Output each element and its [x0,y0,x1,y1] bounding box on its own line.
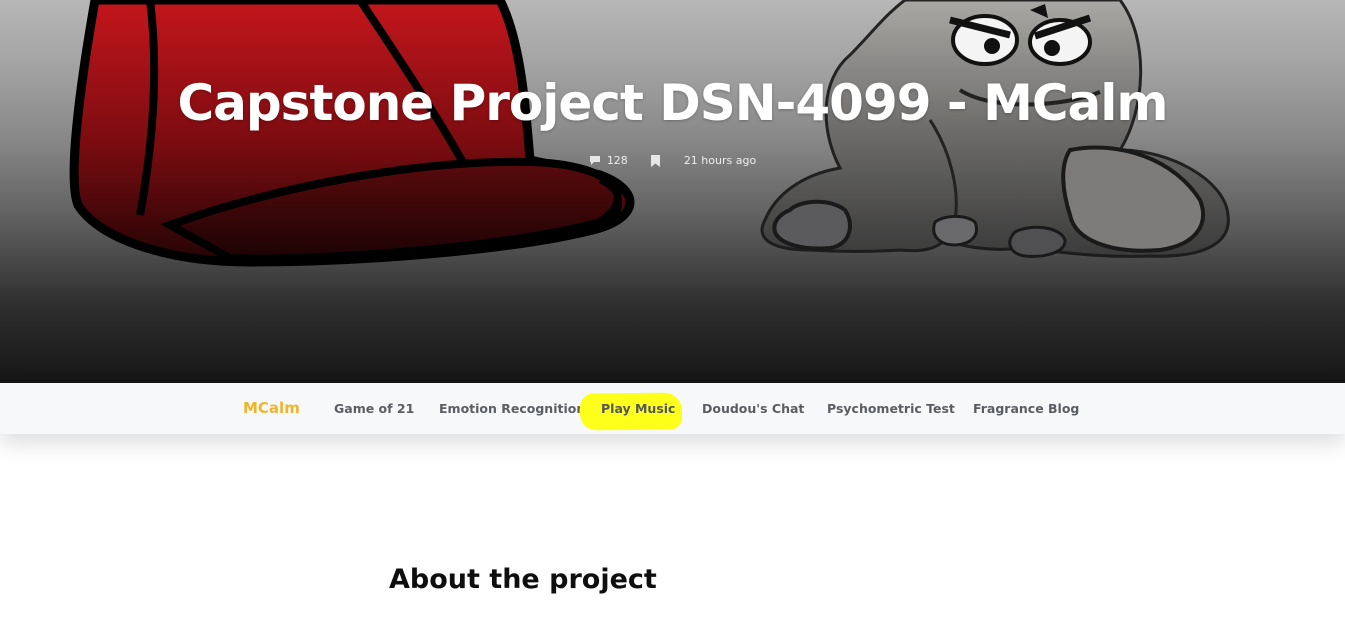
nav-item-fragrance-blog[interactable]: Fragrance Blog [973,401,1079,416]
brand-link[interactable]: MCalm [243,399,300,417]
nav-item-doudous-chat[interactable]: Doudou's Chat [702,401,804,416]
nav-item-game-of-21[interactable]: Game of 21 [334,401,414,416]
hero-illustration [69,0,1230,267]
comments-count[interactable]: 128 [607,154,628,167]
nav-item-play-music[interactable]: Play Music [601,401,675,416]
comment-icon[interactable] [589,155,601,167]
nav-item-psychometric-test[interactable]: Psychometric Test [827,401,955,416]
post-meta: 128 21 hours ago [0,154,1345,167]
post-time: 21 hours ago [683,154,757,167]
nav-item-emotion-recognition[interactable]: Emotion Recognition [439,401,585,416]
page-title: Capstone Project DSN-4099 - MCalm [177,74,1168,132]
bookmark-icon[interactable] [650,154,662,167]
hero-banner: Capstone Project DSN-4099 - MCalm 128 21… [0,0,1345,383]
section-heading-about: About the project [389,564,657,595]
